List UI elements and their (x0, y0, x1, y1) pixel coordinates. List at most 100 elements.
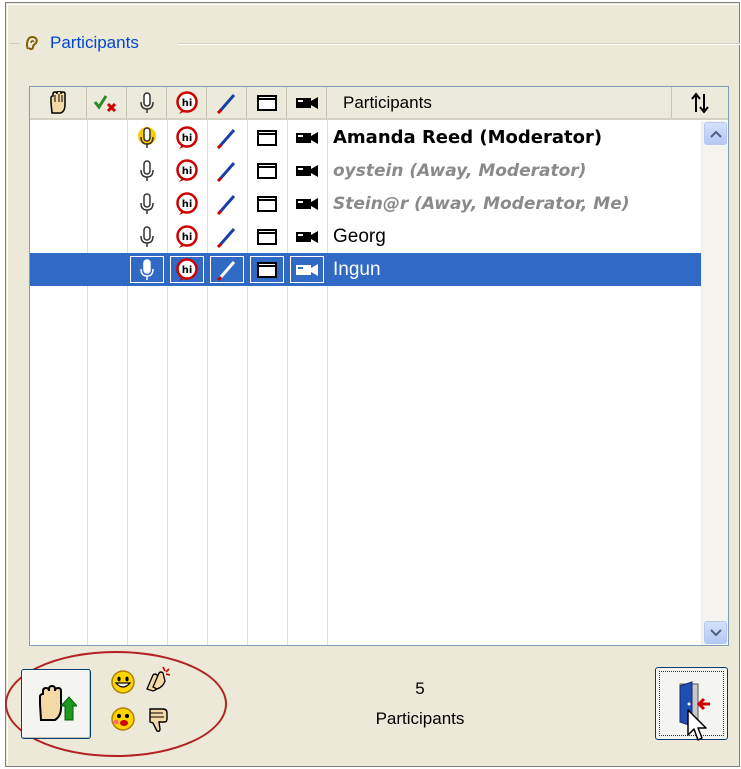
participant-row[interactable]: hi Stein@r (Away, Moderator, Me) (30, 187, 702, 220)
group-header: Participants (22, 32, 139, 54)
screen-icon (257, 195, 277, 212)
participants-list[interactable]: hi Participants hi Amanda Reed (Moderato… (29, 86, 729, 646)
camera-icon (296, 263, 318, 276)
chevron-down-icon (709, 628, 722, 636)
header-participants-label: Participants (343, 92, 432, 112)
camera-icon (296, 230, 318, 243)
header-participants[interactable]: Participants (327, 87, 672, 118)
chat-bubble-icon: hi (176, 257, 198, 281)
participant-row[interactable]: hi oystein (Away, Moderator) (30, 154, 702, 187)
scroll-up-button[interactable] (704, 122, 727, 145)
participant-mic-cell[interactable] (127, 220, 167, 253)
participant-count: 5 Participants (340, 674, 500, 734)
participant-row[interactable]: hi Amanda Reed (Moderator) (30, 121, 702, 154)
chat-bubble-icon: hi (176, 224, 198, 248)
screen-icon (257, 162, 277, 179)
svg-text:hi: hi (182, 199, 193, 210)
participant-name: oystein (Away, Moderator) (333, 160, 587, 181)
participant-name: Georg (333, 225, 386, 247)
raise-hand-button[interactable] (21, 669, 91, 739)
header-draw[interactable] (207, 87, 247, 118)
pen-icon (216, 194, 236, 215)
participant-pen-cell[interactable] (207, 187, 247, 220)
participant-pen-cell[interactable] (207, 121, 247, 154)
screen-icon (257, 228, 277, 245)
camera-icon (296, 197, 318, 210)
participant-chat-cell[interactable]: hi (167, 253, 207, 286)
participant-cam-cell[interactable] (287, 253, 327, 286)
screen-icon (257, 129, 277, 146)
participant-pen-cell[interactable] (207, 253, 247, 286)
participant-mic-cell[interactable] (127, 154, 167, 187)
participant-name: Amanda Reed (Moderator) (333, 127, 603, 148)
header-video[interactable] (287, 87, 327, 118)
participant-cam-cell[interactable] (287, 121, 327, 154)
applause-icon (146, 666, 171, 692)
participant-row[interactable]: hi Georg (30, 220, 702, 253)
participant-mic-cell[interactable] (127, 187, 167, 220)
chat-bubble-icon: hi (175, 90, 198, 114)
participant-chat-cell[interactable]: hi (167, 220, 207, 253)
participant-screen-cell[interactable] (247, 187, 287, 220)
group-divider (178, 43, 740, 45)
participant-pen-cell[interactable] (207, 154, 247, 187)
participant-mic-cell[interactable] (127, 253, 167, 286)
participant-chat-cell[interactable]: hi (167, 121, 207, 154)
camera-icon (296, 164, 318, 177)
microphone-icon (140, 192, 154, 214)
participant-pen-cell[interactable] (207, 220, 247, 253)
ear-icon (26, 35, 38, 51)
emote-confused-button[interactable] (108, 704, 138, 734)
camera-icon (296, 131, 318, 144)
raise-hand-icon (39, 684, 77, 721)
list-header: hi Participants (30, 87, 728, 120)
microphone-icon (140, 258, 154, 280)
participant-screen-cell[interactable] (247, 154, 287, 187)
participant-cam-cell[interactable] (287, 220, 327, 253)
participant-cam-cell[interactable] (287, 154, 327, 187)
group-divider-left (10, 43, 20, 44)
participant-row[interactable]: hi Ingun (30, 253, 702, 286)
svg-text:hi: hi (181, 98, 192, 109)
participant-screen-cell[interactable] (247, 121, 287, 154)
svg-text:hi: hi (182, 265, 193, 276)
chat-bubble-icon: hi (176, 125, 198, 149)
check-x-icon (93, 94, 116, 112)
svg-text:hi: hi (182, 133, 193, 144)
svg-text:hi: hi (182, 166, 193, 177)
screen-icon (257, 261, 277, 278)
confused-icon (111, 707, 135, 731)
participant-cam-cell[interactable] (287, 187, 327, 220)
participant-screen-cell[interactable] (247, 220, 287, 253)
header-mic[interactable] (127, 87, 167, 118)
header-chat[interactable]: hi (167, 87, 207, 118)
microphone-icon (140, 225, 154, 247)
participant-count-value: 5 (415, 679, 425, 698)
header-raise-hand[interactable] (30, 87, 87, 118)
pen-icon (216, 128, 236, 149)
screen-icon (256, 94, 277, 111)
scroll-down-button[interactable] (704, 621, 727, 644)
pen-icon (216, 260, 236, 281)
chat-bubble-icon: hi (176, 158, 198, 182)
emote-applause-button[interactable] (143, 663, 173, 693)
pen-icon (216, 161, 236, 182)
mouse-cursor (687, 709, 707, 741)
microphone-icon (140, 159, 154, 181)
raised-hand-icon (50, 90, 66, 114)
emote-thumbs-down-button[interactable] (143, 704, 173, 734)
participant-chat-cell[interactable]: hi (167, 187, 207, 220)
group-title: Participants (50, 33, 139, 52)
emote-smile-button[interactable] (108, 667, 138, 697)
pen-icon (216, 227, 236, 248)
header-check[interactable] (87, 87, 127, 118)
pen-icon (216, 93, 235, 114)
header-screen[interactable] (247, 87, 287, 118)
participant-chat-cell[interactable]: hi (167, 154, 207, 187)
participant-screen-cell[interactable] (247, 253, 287, 286)
participant-mic-cell[interactable] (127, 121, 167, 154)
microphone-icon (138, 126, 156, 148)
vertical-scrollbar[interactable] (701, 121, 728, 645)
sort-button[interactable] (672, 87, 728, 118)
chevron-up-icon (709, 130, 722, 138)
